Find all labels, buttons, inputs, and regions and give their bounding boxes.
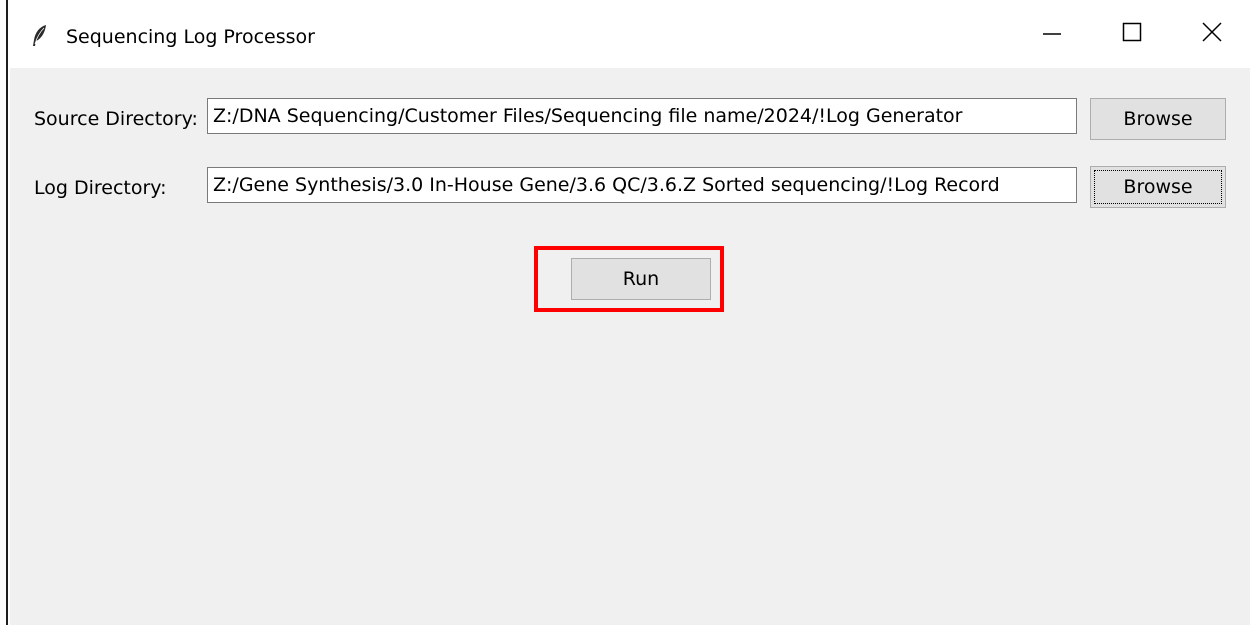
log-browse-button[interactable]: Browse <box>1090 166 1226 208</box>
window-left-edge <box>0 0 10 625</box>
log-browse-label: Browse <box>1123 176 1193 198</box>
app-window: Sequencing Log Processor Source Director… <box>0 0 1250 625</box>
maximize-icon <box>1122 22 1142 46</box>
log-directory-label: Log Directory: <box>34 177 167 199</box>
source-directory-label: Source Directory: <box>34 108 198 130</box>
close-button[interactable] <box>1172 0 1250 68</box>
window-border-line <box>6 0 8 625</box>
source-browse-label: Browse <box>1123 108 1193 130</box>
source-directory-input[interactable]: Z:/DNA Sequencing/Customer Files/Sequenc… <box>207 98 1077 134</box>
log-directory-input[interactable]: Z:/Gene Synthesis/3.0 In-House Gene/3.6 … <box>207 167 1077 203</box>
maximize-button[interactable] <box>1092 0 1172 68</box>
source-browse-button[interactable]: Browse <box>1090 98 1226 140</box>
window-title: Sequencing Log Processor <box>66 26 315 48</box>
minimize-button[interactable] <box>1012 0 1092 68</box>
feather-icon <box>30 24 50 48</box>
main-content: Source Directory: Z:/DNA Sequencing/Cust… <box>10 68 1250 625</box>
close-icon <box>1202 22 1222 46</box>
run-button-highlight <box>534 246 724 312</box>
title-bar[interactable]: Sequencing Log Processor <box>10 0 1250 68</box>
minimize-icon <box>1042 22 1062 46</box>
